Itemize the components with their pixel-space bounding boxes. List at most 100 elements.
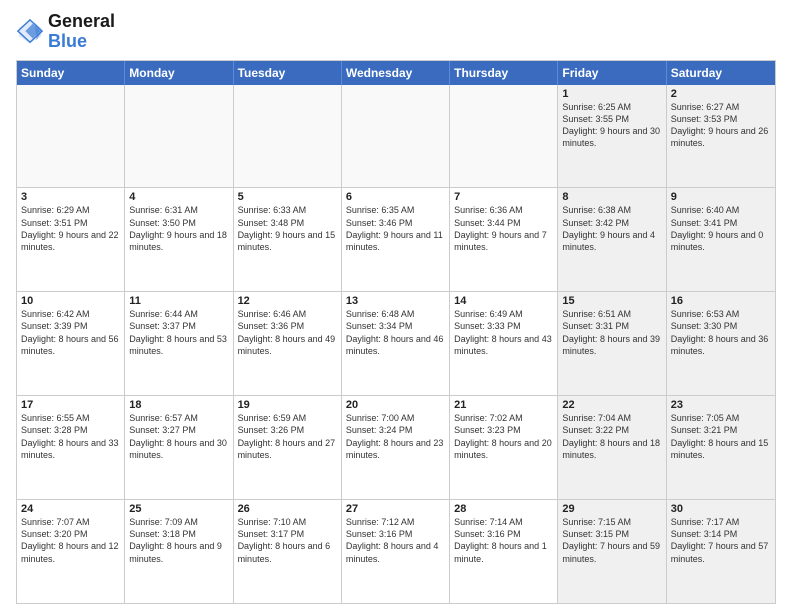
day-number: 7 bbox=[454, 191, 553, 203]
cell-info: Sunrise: 7:17 AM Sunset: 3:14 PM Dayligh… bbox=[671, 516, 771, 565]
calendar-cell-15: 15Sunrise: 6:51 AM Sunset: 3:31 PM Dayli… bbox=[558, 292, 666, 395]
cell-info: Sunrise: 7:05 AM Sunset: 3:21 PM Dayligh… bbox=[671, 412, 771, 461]
cell-info: Sunrise: 6:38 AM Sunset: 3:42 PM Dayligh… bbox=[562, 204, 661, 253]
calendar-cell-3: 3Sunrise: 6:29 AM Sunset: 3:51 PM Daylig… bbox=[17, 188, 125, 291]
cell-info: Sunrise: 7:14 AM Sunset: 3:16 PM Dayligh… bbox=[454, 516, 553, 565]
cell-info: Sunrise: 6:31 AM Sunset: 3:50 PM Dayligh… bbox=[129, 204, 228, 253]
day-number: 13 bbox=[346, 295, 445, 307]
calendar-cell-14: 14Sunrise: 6:49 AM Sunset: 3:33 PM Dayli… bbox=[450, 292, 558, 395]
calendar: SundayMondayTuesdayWednesdayThursdayFrid… bbox=[16, 60, 776, 604]
header-day-friday: Friday bbox=[558, 61, 666, 85]
calendar-cell-5: 5Sunrise: 6:33 AM Sunset: 3:48 PM Daylig… bbox=[234, 188, 342, 291]
calendar-cell-18: 18Sunrise: 6:57 AM Sunset: 3:27 PM Dayli… bbox=[125, 396, 233, 499]
calendar-cell-1: 1Sunrise: 6:25 AM Sunset: 3:55 PM Daylig… bbox=[558, 85, 666, 188]
cell-info: Sunrise: 6:36 AM Sunset: 3:44 PM Dayligh… bbox=[454, 204, 553, 253]
calendar-cell-6: 6Sunrise: 6:35 AM Sunset: 3:46 PM Daylig… bbox=[342, 188, 450, 291]
day-number: 16 bbox=[671, 295, 771, 307]
day-number: 4 bbox=[129, 191, 228, 203]
calendar-cell-17: 17Sunrise: 6:55 AM Sunset: 3:28 PM Dayli… bbox=[17, 396, 125, 499]
cell-info: Sunrise: 6:59 AM Sunset: 3:26 PM Dayligh… bbox=[238, 412, 337, 461]
cell-info: Sunrise: 7:12 AM Sunset: 3:16 PM Dayligh… bbox=[346, 516, 445, 565]
calendar-cell-19: 19Sunrise: 6:59 AM Sunset: 3:26 PM Dayli… bbox=[234, 396, 342, 499]
header-day-wednesday: Wednesday bbox=[342, 61, 450, 85]
cell-info: Sunrise: 7:00 AM Sunset: 3:24 PM Dayligh… bbox=[346, 412, 445, 461]
calendar-cell-25: 25Sunrise: 7:09 AM Sunset: 3:18 PM Dayli… bbox=[125, 500, 233, 603]
calendar-cell-21: 21Sunrise: 7:02 AM Sunset: 3:23 PM Dayli… bbox=[450, 396, 558, 499]
header-day-thursday: Thursday bbox=[450, 61, 558, 85]
cell-info: Sunrise: 6:40 AM Sunset: 3:41 PM Dayligh… bbox=[671, 204, 771, 253]
page: General Blue SundayMondayTuesdayWednesda… bbox=[0, 0, 792, 612]
calendar-cell-23: 23Sunrise: 7:05 AM Sunset: 3:21 PM Dayli… bbox=[667, 396, 775, 499]
calendar-row-4: 24Sunrise: 7:07 AM Sunset: 3:20 PM Dayli… bbox=[17, 500, 775, 603]
calendar-cell-2: 2Sunrise: 6:27 AM Sunset: 3:53 PM Daylig… bbox=[667, 85, 775, 188]
day-number: 5 bbox=[238, 191, 337, 203]
calendar-cell-16: 16Sunrise: 6:53 AM Sunset: 3:30 PM Dayli… bbox=[667, 292, 775, 395]
logo-icon bbox=[16, 18, 44, 46]
calendar-row-3: 17Sunrise: 6:55 AM Sunset: 3:28 PM Dayli… bbox=[17, 396, 775, 500]
cell-info: Sunrise: 6:49 AM Sunset: 3:33 PM Dayligh… bbox=[454, 308, 553, 357]
day-number: 26 bbox=[238, 503, 337, 515]
day-number: 3 bbox=[21, 191, 120, 203]
cell-info: Sunrise: 6:51 AM Sunset: 3:31 PM Dayligh… bbox=[562, 308, 661, 357]
cell-info: Sunrise: 6:27 AM Sunset: 3:53 PM Dayligh… bbox=[671, 101, 771, 150]
calendar-cell-29: 29Sunrise: 7:15 AM Sunset: 3:15 PM Dayli… bbox=[558, 500, 666, 603]
calendar-cell-empty-0-0 bbox=[17, 85, 125, 188]
calendar-row-0: 1Sunrise: 6:25 AM Sunset: 3:55 PM Daylig… bbox=[17, 85, 775, 189]
header-day-sunday: Sunday bbox=[17, 61, 125, 85]
cell-info: Sunrise: 7:02 AM Sunset: 3:23 PM Dayligh… bbox=[454, 412, 553, 461]
logo: General Blue bbox=[16, 12, 115, 52]
cell-info: Sunrise: 6:57 AM Sunset: 3:27 PM Dayligh… bbox=[129, 412, 228, 461]
calendar-cell-empty-0-3 bbox=[342, 85, 450, 188]
day-number: 8 bbox=[562, 191, 661, 203]
day-number: 12 bbox=[238, 295, 337, 307]
calendar-cell-27: 27Sunrise: 7:12 AM Sunset: 3:16 PM Dayli… bbox=[342, 500, 450, 603]
cell-info: Sunrise: 6:33 AM Sunset: 3:48 PM Dayligh… bbox=[238, 204, 337, 253]
day-number: 19 bbox=[238, 399, 337, 411]
day-number: 1 bbox=[562, 88, 661, 100]
calendar-cell-26: 26Sunrise: 7:10 AM Sunset: 3:17 PM Dayli… bbox=[234, 500, 342, 603]
day-number: 10 bbox=[21, 295, 120, 307]
day-number: 18 bbox=[129, 399, 228, 411]
cell-info: Sunrise: 6:35 AM Sunset: 3:46 PM Dayligh… bbox=[346, 204, 445, 253]
day-number: 14 bbox=[454, 295, 553, 307]
day-number: 30 bbox=[671, 503, 771, 515]
cell-info: Sunrise: 6:42 AM Sunset: 3:39 PM Dayligh… bbox=[21, 308, 120, 357]
calendar-cell-12: 12Sunrise: 6:46 AM Sunset: 3:36 PM Dayli… bbox=[234, 292, 342, 395]
header: General Blue bbox=[16, 12, 776, 52]
calendar-body: 1Sunrise: 6:25 AM Sunset: 3:55 PM Daylig… bbox=[17, 85, 775, 603]
cell-info: Sunrise: 7:09 AM Sunset: 3:18 PM Dayligh… bbox=[129, 516, 228, 565]
day-number: 21 bbox=[454, 399, 553, 411]
header-day-saturday: Saturday bbox=[667, 61, 775, 85]
day-number: 2 bbox=[671, 88, 771, 100]
calendar-cell-empty-0-4 bbox=[450, 85, 558, 188]
day-number: 28 bbox=[454, 503, 553, 515]
calendar-cell-8: 8Sunrise: 6:38 AM Sunset: 3:42 PM Daylig… bbox=[558, 188, 666, 291]
day-number: 6 bbox=[346, 191, 445, 203]
day-number: 20 bbox=[346, 399, 445, 411]
cell-info: Sunrise: 6:48 AM Sunset: 3:34 PM Dayligh… bbox=[346, 308, 445, 357]
calendar-cell-empty-0-2 bbox=[234, 85, 342, 188]
day-number: 29 bbox=[562, 503, 661, 515]
cell-info: Sunrise: 6:25 AM Sunset: 3:55 PM Dayligh… bbox=[562, 101, 661, 150]
day-number: 27 bbox=[346, 503, 445, 515]
calendar-cell-4: 4Sunrise: 6:31 AM Sunset: 3:50 PM Daylig… bbox=[125, 188, 233, 291]
calendar-cell-11: 11Sunrise: 6:44 AM Sunset: 3:37 PM Dayli… bbox=[125, 292, 233, 395]
calendar-cell-10: 10Sunrise: 6:42 AM Sunset: 3:39 PM Dayli… bbox=[17, 292, 125, 395]
day-number: 9 bbox=[671, 191, 771, 203]
header-day-tuesday: Tuesday bbox=[234, 61, 342, 85]
day-number: 22 bbox=[562, 399, 661, 411]
day-number: 11 bbox=[129, 295, 228, 307]
calendar-cell-22: 22Sunrise: 7:04 AM Sunset: 3:22 PM Dayli… bbox=[558, 396, 666, 499]
calendar-cell-20: 20Sunrise: 7:00 AM Sunset: 3:24 PM Dayli… bbox=[342, 396, 450, 499]
logo-text: General Blue bbox=[48, 12, 115, 52]
day-number: 23 bbox=[671, 399, 771, 411]
day-number: 15 bbox=[562, 295, 661, 307]
calendar-row-2: 10Sunrise: 6:42 AM Sunset: 3:39 PM Dayli… bbox=[17, 292, 775, 396]
cell-info: Sunrise: 6:53 AM Sunset: 3:30 PM Dayligh… bbox=[671, 308, 771, 357]
day-number: 17 bbox=[21, 399, 120, 411]
day-number: 25 bbox=[129, 503, 228, 515]
calendar-row-1: 3Sunrise: 6:29 AM Sunset: 3:51 PM Daylig… bbox=[17, 188, 775, 292]
cell-info: Sunrise: 7:04 AM Sunset: 3:22 PM Dayligh… bbox=[562, 412, 661, 461]
calendar-cell-empty-0-1 bbox=[125, 85, 233, 188]
calendar-cell-24: 24Sunrise: 7:07 AM Sunset: 3:20 PM Dayli… bbox=[17, 500, 125, 603]
